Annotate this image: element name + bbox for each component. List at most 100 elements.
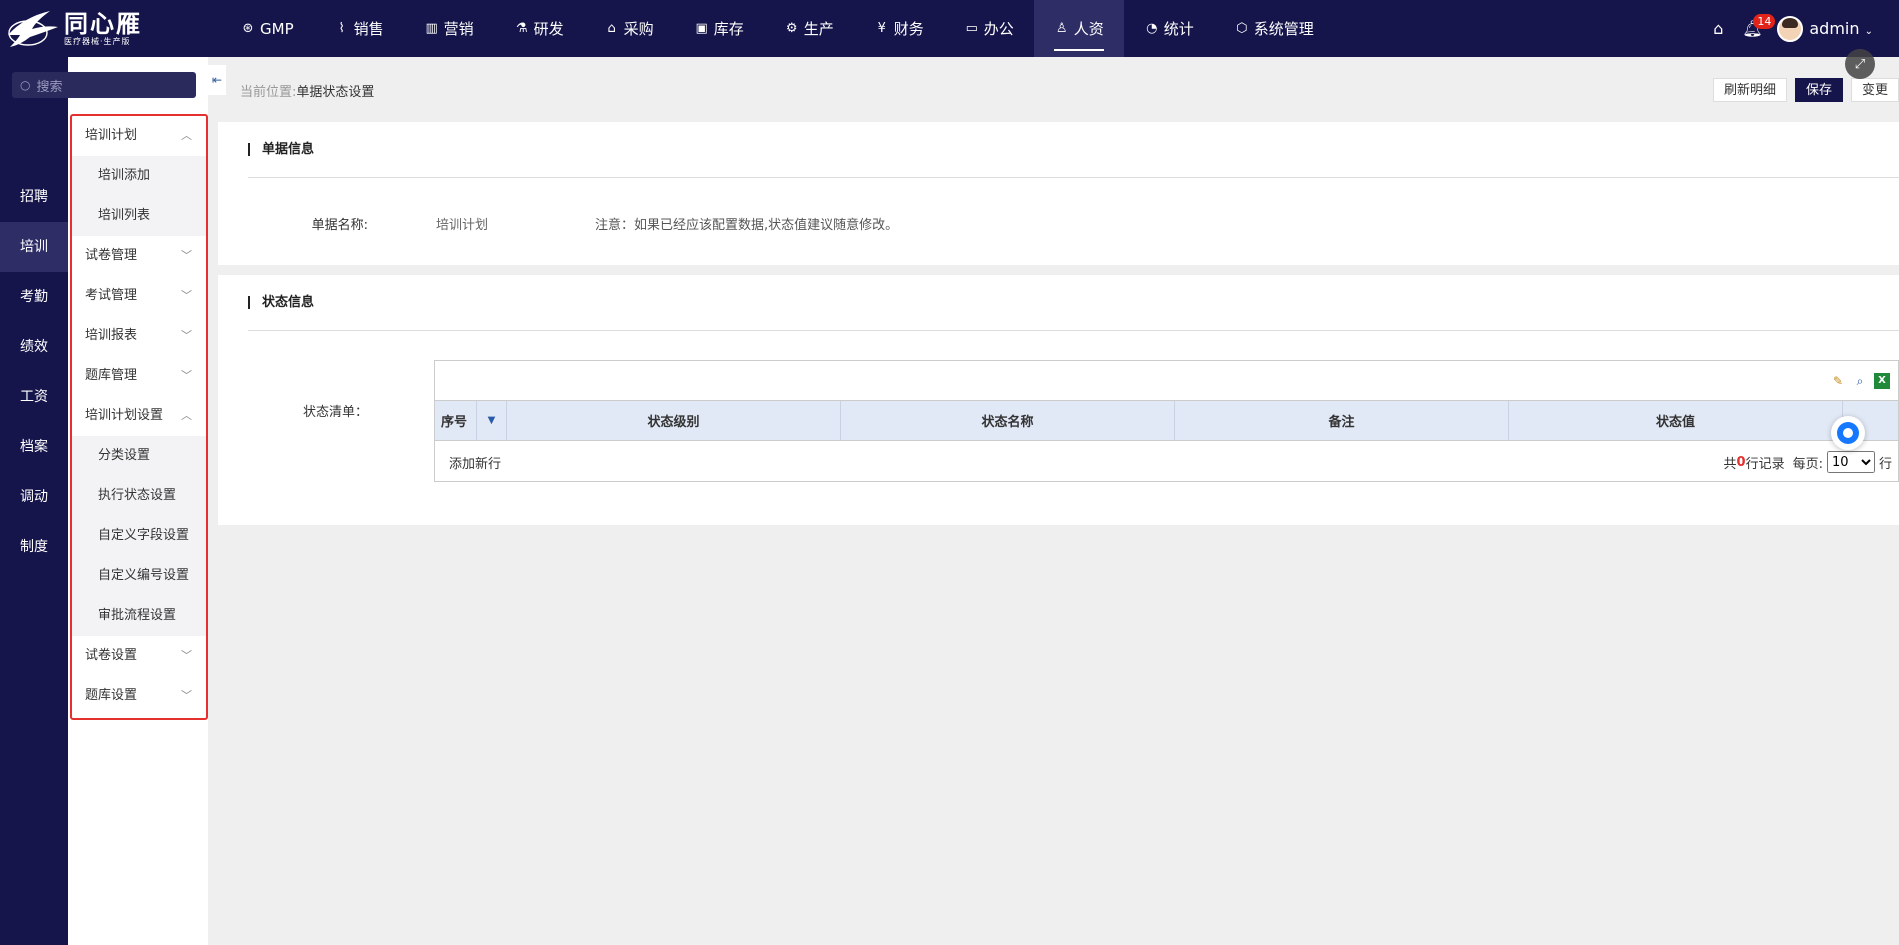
nav-item-5[interactable]: ▣ 库存: [674, 0, 764, 57]
nav-item-3[interactable]: ⚗ 研发: [494, 0, 584, 57]
doc-name-value: 培训计划: [436, 218, 489, 233]
nav-item-label: 人资: [1073, 20, 1104, 38]
briefcase-icon: ▭: [965, 20, 978, 36]
submenu-label: 培训报表: [85, 328, 138, 343]
column-header-remark[interactable]: 备注: [1175, 401, 1509, 440]
module-item-5[interactable]: 档案: [0, 422, 68, 472]
nav-item-8[interactable]: ▭ 办公: [944, 0, 1034, 57]
submenu-item-11[interactable]: 自定义编号设置: [72, 556, 206, 596]
basket-icon: ⌂: [607, 20, 616, 36]
submenu-label: 自定义编号设置: [98, 568, 190, 583]
nav-item-1[interactable]: ⌇ 销售: [314, 0, 404, 57]
status-list-label: 状态清单：: [302, 405, 368, 420]
module-item-2[interactable]: 考勤: [0, 272, 68, 322]
search-input[interactable]: ○ 搜索: [12, 72, 196, 98]
logo-bird-icon: [8, 10, 58, 47]
chevron-down-icon: ﹀: [181, 289, 192, 302]
submenu-label: 审批流程设置: [98, 608, 177, 623]
binoculars-icon[interactable]: ⌕: [1852, 373, 1868, 389]
production-icon: ⚙: [785, 20, 798, 36]
fullscreen-icon[interactable]: ⤢: [1845, 49, 1875, 79]
nav-item-label: 研发: [533, 20, 564, 38]
nav-item-0[interactable]: ⊛ GMP: [220, 0, 314, 57]
submenu-label: 执行状态设置: [98, 488, 177, 503]
notification-badge: 14: [1753, 13, 1776, 29]
module-item-1[interactable]: 培训: [0, 222, 68, 272]
submenu-group-6[interactable]: 题库管理 ﹀: [72, 356, 206, 396]
toolbar: 刷新明细 保存 变更: [1705, 78, 1899, 102]
yen-icon: ¥: [877, 20, 886, 36]
nav-item-7[interactable]: ¥ 财务: [854, 0, 944, 57]
refresh-detail-button[interactable]: 刷新明细: [1712, 78, 1787, 102]
nav-item-10[interactable]: ◔ 统计: [1124, 0, 1214, 57]
per-page-label: 每页:: [1792, 456, 1823, 472]
submenu-group-0[interactable]: 培训计划 ︿: [72, 116, 206, 156]
top-right-tools: ⌂ 🔔︎ 14 admin ⌄: [1701, 0, 1899, 57]
user-icon: ♙: [1055, 20, 1068, 36]
nav-item-2[interactable]: ▥ 营销: [404, 0, 494, 57]
submenu-label: 自定义字段设置: [98, 528, 190, 543]
chevron-down-icon: ﹀: [181, 249, 192, 262]
column-header-status-value[interactable]: 状态值: [1509, 401, 1843, 440]
submenu-item-12[interactable]: 审批流程设置: [72, 596, 206, 636]
per-page-select[interactable]: 10: [1826, 451, 1875, 473]
submenu-group-3[interactable]: 试卷管理 ﹀: [72, 236, 206, 276]
module-item-7[interactable]: 制度: [0, 522, 68, 572]
logo[interactable]: 同心雁 医疗器械·生产版: [0, 0, 190, 57]
submenu-item-10[interactable]: 自定义字段设置: [72, 516, 206, 556]
submenu-item-2[interactable]: 培训列表: [72, 196, 206, 236]
avatar[interactable]: [1777, 15, 1804, 42]
home-icon[interactable]: ⌂: [1701, 12, 1735, 46]
add-row-button[interactable]: 添加新行: [449, 453, 501, 472]
per-page-unit: 行: [1878, 456, 1892, 472]
submenu-label: 分类设置: [98, 448, 151, 463]
submenu-label: 题库设置: [85, 688, 138, 703]
chevron-up-icon: ︿: [181, 409, 192, 422]
nav-item-11[interactable]: ⬡ 系统管理: [1214, 0, 1334, 57]
submenu-item-8[interactable]: 分类设置: [72, 436, 206, 476]
clear-filter-icon[interactable]: ✎: [1830, 373, 1846, 389]
main-content: ⇤ 当前位置:单据状态设置 刷新明细 保存 变更 ⤢ 单据信息 单据名称: 培训…: [208, 49, 1899, 945]
user-menu[interactable]: admin ⌄: [1809, 19, 1873, 38]
module-item-6[interactable]: 调动: [0, 472, 68, 522]
submenu-label: 培训计划: [85, 128, 138, 143]
module-item-3[interactable]: 绩效: [0, 322, 68, 372]
module-item-0[interactable]: 招聘: [0, 172, 68, 222]
collapse-sidebar-icon[interactable]: ⇤: [208, 65, 226, 95]
sort-dropdown-icon[interactable]: ▼: [477, 401, 507, 440]
breadcrumb-label: 当前位置:: [240, 85, 297, 100]
excel-export-icon[interactable]: X: [1874, 373, 1890, 389]
module-item-4[interactable]: 工资: [0, 372, 68, 422]
chevron-down-icon: ﹀: [181, 649, 192, 662]
status-grid: ✎ ⌕ X 序号 ▼ 状态级别 状态名称 备注 状态值 添加新行 共 0 行记录 每…: [434, 360, 1899, 482]
save-button[interactable]: 保存: [1794, 78, 1843, 102]
brand-tagline: 医疗器械·生产版: [64, 36, 131, 46]
bell-icon[interactable]: 🔔︎ 14: [1735, 12, 1776, 46]
change-button[interactable]: 变更: [1850, 78, 1899, 102]
pie-chart-icon: ◔: [1146, 20, 1158, 36]
nav-item-label: GMP: [260, 19, 294, 38]
column-header-status-level[interactable]: 状态级别: [507, 401, 841, 440]
nav-item-4[interactable]: ⌂ 采购: [584, 0, 674, 57]
grid-toolbar: ✎ ⌕ X: [435, 361, 1898, 401]
module-menu: 招聘 培训 考勤 绩效 工资 档案 调动 制度: [0, 172, 68, 572]
column-header-seq[interactable]: 序号: [435, 401, 477, 440]
submenu-group-7[interactable]: 培训计划设置 ︿: [72, 396, 206, 436]
submenu-item-9[interactable]: 执行状态设置: [72, 476, 206, 516]
submenu-group-13[interactable]: 试卷设置 ﹀: [72, 636, 206, 676]
chat-assistant-button[interactable]: [1831, 416, 1865, 450]
nav-item-9[interactable]: ♙ 人资: [1033, 0, 1124, 57]
breadcrumb: 当前位置:单据状态设置: [240, 81, 374, 100]
status-info-title: 状态信息: [248, 296, 314, 309]
module-sidebar: 招聘 培训 考勤 绩效 工资 档案 调动 制度: [0, 57, 68, 945]
nav-item-label: 采购: [623, 20, 654, 38]
nav-item-label: 营销: [443, 20, 474, 38]
submenu-group-4[interactable]: 考试管理 ﹀: [72, 276, 206, 316]
nav-item-6[interactable]: ⚙ 生产: [764, 0, 854, 57]
submenu-group-5[interactable]: 培训报表 ﹀: [72, 316, 206, 356]
submenu-item-1[interactable]: 培训添加: [72, 156, 206, 196]
chevron-up-icon: ︿: [181, 129, 192, 142]
submenu-label: 试卷管理: [85, 248, 138, 263]
column-header-status-name[interactable]: 状态名称: [841, 401, 1175, 440]
submenu-group-14[interactable]: 题库设置 ﹀: [72, 676, 206, 716]
